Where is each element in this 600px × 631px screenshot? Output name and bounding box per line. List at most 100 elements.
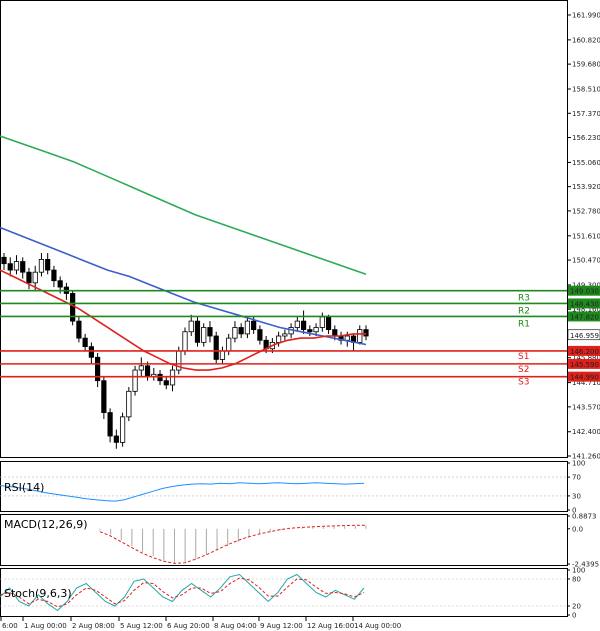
candle-bull (13, 261, 20, 271)
rsi-title: RSI(14) (4, 481, 44, 494)
price-tick-label: 155.060 (572, 159, 600, 167)
candle-bear (332, 329, 338, 337)
time-tick-label: 8 Aug 04:00 (214, 622, 257, 630)
stoch-title: Stoch(9,6,3) (4, 587, 72, 600)
stoch-tick-label: 20 (572, 603, 581, 611)
candle-bear (7, 263, 13, 271)
stoch-tick-label: 80 (572, 576, 581, 584)
candle-bear (76, 320, 82, 339)
price-tick-label: 143.570 (572, 403, 600, 411)
level-price-label: 149.030 (570, 288, 599, 296)
candle-bull (38, 259, 45, 273)
candle-bull (188, 320, 194, 333)
time-tick-label: 14 Aug 00:00 (354, 622, 401, 630)
candle-bull (232, 327, 238, 339)
candle-bull (182, 331, 188, 352)
main-panel-frame (0, 0, 568, 458)
candle-bear (113, 435, 119, 443)
time-tick-label: 6 Aug 20:00 (167, 622, 210, 630)
price-tick-label: 150.470 (572, 257, 600, 265)
level-name-s1: S1 (518, 352, 529, 362)
rsi-panel-frame (0, 461, 568, 512)
stoch-tick-label: 100 (572, 567, 585, 575)
price-tick-label: 156.230 (572, 134, 600, 142)
candle-bull (294, 320, 300, 328)
candle-bull (276, 335, 282, 343)
candle-bull (282, 333, 288, 337)
candle-bull (138, 365, 144, 371)
time-tick-label: 2 Aug 08:00 (72, 622, 115, 630)
rsi-tick-label: 100 (572, 460, 585, 468)
price-tick-label: 151.610 (572, 232, 600, 240)
candle-bear (88, 346, 94, 358)
rsi-line (0, 482, 365, 502)
candle-bull (219, 350, 226, 360)
candle-bear (207, 327, 213, 337)
candle-bull (201, 327, 207, 343)
candle-bull (357, 329, 363, 343)
time-tick-label: 6:00 (2, 622, 18, 630)
current-price-label: 146.959 (570, 332, 599, 340)
candle-bear (238, 327, 244, 335)
time-tick-label: 1 Aug 00:00 (24, 622, 67, 630)
candle-bear (363, 329, 369, 337)
level-price-label: 145.590 (570, 361, 599, 369)
moving-average-red (0, 269, 366, 371)
macd-tick-label: 0.8873 (572, 513, 597, 521)
level-price-label: 148.430 (570, 300, 599, 308)
candle-bear (325, 316, 332, 331)
level-price-label: 147.820 (570, 313, 599, 321)
candle-bull (319, 316, 325, 328)
price-tick-label: 160.820 (572, 36, 600, 44)
stoch-layer: 10080 200 (0, 567, 585, 620)
rsi-tick-label: 30 (572, 492, 581, 500)
candle-bear (101, 380, 107, 413)
time-tick-label: 5 Aug 12:00 (120, 622, 163, 630)
time-tick-label: 9 Aug 12:00 (260, 622, 303, 630)
price-axis: 161.990 160.820 159.680 158.510 157.370 156.2… (567, 11, 600, 461)
candle-bull (119, 416, 126, 443)
candle-bull (344, 335, 350, 341)
macd-signal-line (99, 524, 367, 564)
stoch-tick-label: 0 (572, 612, 576, 620)
candle-bear (26, 271, 32, 284)
price-tick-label: 142.400 (572, 428, 600, 436)
price-tick-label: 161.990 (572, 11, 600, 19)
candle-bull (313, 327, 319, 333)
candle-bull (126, 390, 132, 418)
level-name-r2: R2 (518, 306, 530, 316)
candle-bear (251, 320, 257, 331)
level-name-r3: R3 (518, 294, 530, 304)
moving-average-green (0, 135, 367, 276)
candle-bear (307, 329, 313, 333)
candle-bear (144, 365, 151, 377)
price-tick-label: 159.680 (572, 61, 600, 69)
time-tick-label: 12 Aug 16:00 (307, 622, 354, 630)
moving-average-blue (0, 226, 367, 346)
rsi-tick-label: 70 (572, 474, 581, 482)
stoch-panel-frame (0, 568, 568, 617)
macd-title: MACD(12,26,9) (4, 518, 88, 531)
price-tick-label: 157.370 (572, 110, 600, 118)
candle-bear (213, 335, 219, 360)
candle-bull (226, 337, 232, 352)
level-price-label: 144.990 (570, 374, 599, 382)
candle-bear (51, 269, 57, 282)
chart-canvas: 161.990 160.820 159.680 158.510 157.370 156.2… (0, 0, 600, 630)
candle-bull (132, 369, 138, 392)
rsi-layer: 10070300 (0, 460, 585, 515)
candle-bear (157, 373, 163, 382)
price-tick-label: 153.920 (572, 183, 600, 191)
candle-bear (107, 412, 113, 437)
macd-tick-label: 0.0 (572, 525, 583, 533)
candle-bear (163, 380, 169, 386)
level-name-s2: S2 (518, 365, 529, 375)
candle-bear (1, 256, 7, 265)
candle-bear (82, 337, 88, 348)
candle-bear (300, 320, 307, 331)
candle-bull (244, 320, 251, 335)
macd-layer: 0.88730.0-2.4395 (99, 513, 599, 569)
price-layer (0, 135, 369, 449)
level-name-r1: R1 (518, 319, 530, 329)
candle-bull (32, 271, 38, 284)
